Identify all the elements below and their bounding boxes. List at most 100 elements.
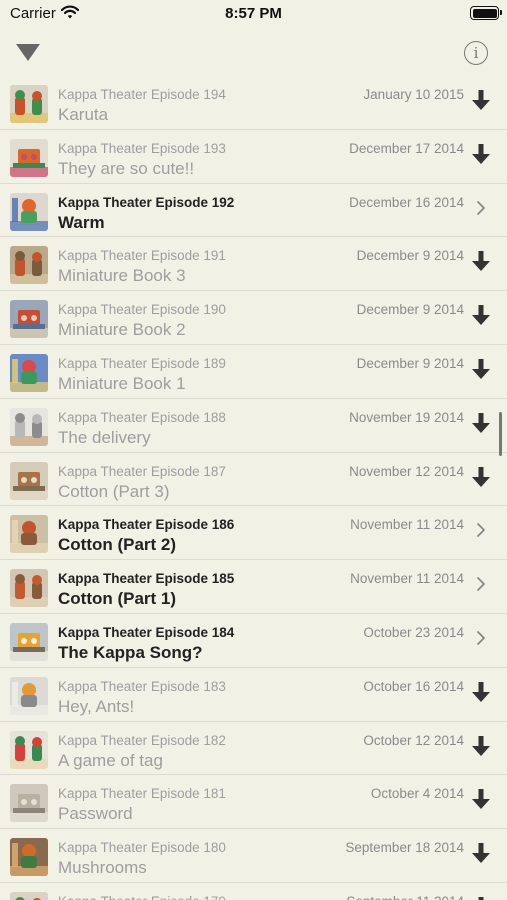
episode-number: Kappa Theater Episode 179 xyxy=(58,894,226,900)
episode-row[interactable]: Kappa Theater Episode 184 The Kappa Song?… xyxy=(0,614,507,668)
episode-number: Kappa Theater Episode 192 xyxy=(58,194,235,210)
thumb-kappa-figures xyxy=(10,891,48,900)
chevron-right-icon[interactable] xyxy=(469,196,493,220)
episode-row[interactable]: Kappa Theater Episode 190 Miniature Book … xyxy=(0,291,507,345)
episode-title: Cotton (Part 3) xyxy=(58,481,170,501)
battery-icon xyxy=(470,6,502,20)
chevron-right-icon[interactable] xyxy=(469,518,493,542)
episode-date: October 16 2014 xyxy=(363,678,464,694)
download-arrow-icon[interactable] xyxy=(469,841,493,865)
episode-list[interactable]: Kappa Theater Episode 194 Karuta January 1… xyxy=(0,76,507,900)
episode-number: Kappa Theater Episode 188 xyxy=(58,409,226,425)
episode-row[interactable]: Kappa Theater Episode 179 September 11 20… xyxy=(0,883,507,900)
thumb-kappa-figures xyxy=(10,85,48,123)
episode-row[interactable]: Kappa Theater Episode 180 Mushrooms Septem… xyxy=(0,829,507,883)
episode-date: December 9 2014 xyxy=(356,302,464,318)
thumb-kappa-figures xyxy=(10,192,48,231)
status-bar: Carrier 8:57 PM xyxy=(0,0,507,30)
thumb-kappa-figures xyxy=(10,838,48,877)
download-arrow-icon[interactable] xyxy=(469,787,493,811)
download-arrow-icon[interactable] xyxy=(469,142,493,166)
episode-title: Miniature Book 3 xyxy=(58,266,186,286)
thumb-kappa-figures xyxy=(10,246,48,285)
download-arrow-icon[interactable] xyxy=(469,411,493,435)
episode-number: Kappa Theater Episode 183 xyxy=(58,678,226,694)
episode-date: December 9 2014 xyxy=(356,355,464,371)
download-arrow-icon[interactable] xyxy=(469,465,493,489)
episode-title: Mushrooms xyxy=(58,858,147,878)
episode-date: December 16 2014 xyxy=(349,194,464,210)
episode-row[interactable]: Kappa Theater Episode 193 They are so cut… xyxy=(0,130,507,184)
episode-number: Kappa Theater Episode 181 xyxy=(58,786,226,802)
episode-date: September 18 2014 xyxy=(345,840,464,856)
download-arrow-icon[interactable] xyxy=(469,303,493,327)
episode-title: Hey, Ants! xyxy=(58,696,135,716)
chevron-right-icon[interactable] xyxy=(469,626,493,650)
download-arrow-icon[interactable] xyxy=(469,680,493,704)
episode-date: October 23 2014 xyxy=(363,624,464,640)
thumb-kappa-figures xyxy=(10,353,48,392)
episode-title: Cotton (Part 1) xyxy=(58,589,177,609)
triangle-down-icon[interactable] xyxy=(16,44,40,61)
episode-number: Kappa Theater Episode 193 xyxy=(58,140,226,156)
episode-row[interactable]: Kappa Theater Episode 186 Cotton (Part 2)… xyxy=(0,506,507,561)
thumb-kappa-figures xyxy=(10,461,48,500)
episode-number: Kappa Theater Episode 189 xyxy=(58,355,226,371)
episode-row[interactable]: Kappa Theater Episode 187 Cotton (Part 3)… xyxy=(0,453,507,507)
thumb-kappa-figures xyxy=(10,622,48,661)
info-icon[interactable]: i xyxy=(464,41,488,65)
episode-title: Cotton (Part 2) xyxy=(58,535,177,555)
episode-row[interactable]: Kappa Theater Episode 192 Warm December 16… xyxy=(0,184,507,238)
episode-row[interactable]: Kappa Theater Episode 188 The delivery Nov… xyxy=(0,399,507,453)
episode-title: Miniature Book 2 xyxy=(58,320,186,340)
navigation-bar: i xyxy=(0,30,507,76)
download-arrow-icon[interactable] xyxy=(469,88,493,112)
episode-date: October 12 2014 xyxy=(363,732,464,748)
scroll-indicator[interactable] xyxy=(499,412,502,456)
episode-number: Kappa Theater Episode 184 xyxy=(58,624,235,640)
thumb-kappa-figures xyxy=(10,300,48,339)
episode-row[interactable]: Kappa Theater Episode 183 Hey, Ants! Octob… xyxy=(0,668,507,722)
thumb-kappa-figures xyxy=(10,138,48,177)
episode-title: The delivery xyxy=(58,427,151,447)
episode-row[interactable]: Kappa Theater Episode 185 Cotton (Part 1)… xyxy=(0,560,507,614)
episode-date: October 4 2014 xyxy=(370,786,464,802)
episode-number: Kappa Theater Episode 182 xyxy=(58,732,226,748)
episode-date: November 11 2014 xyxy=(350,517,464,533)
thumb-kappa-figures xyxy=(10,676,48,715)
episode-title: Karuta xyxy=(58,105,109,124)
episode-title: They are so cute!! xyxy=(58,158,195,178)
episode-row[interactable]: Kappa Theater Episode 182 A game of tag Oc… xyxy=(0,722,507,776)
thumb-kappa-figures xyxy=(10,515,48,554)
thumb-kappa-figures xyxy=(10,784,48,823)
episode-number: Kappa Theater Episode 185 xyxy=(58,571,235,587)
download-arrow-icon[interactable] xyxy=(469,895,493,900)
thumb-kappa-figures xyxy=(10,407,48,446)
episode-date: November 11 2014 xyxy=(350,571,464,587)
episode-title: Miniature Book 1 xyxy=(58,373,186,393)
episode-title: Warm xyxy=(58,212,105,232)
episode-row[interactable]: Kappa Theater Episode 181 Password October… xyxy=(0,775,507,830)
episode-title: The Kappa Song? xyxy=(58,642,203,662)
episode-number: Kappa Theater Episode 190 xyxy=(58,302,226,318)
chevron-right-icon[interactable] xyxy=(469,572,493,596)
episode-number: Kappa Theater Episode 186 xyxy=(58,517,235,533)
episode-number: Kappa Theater Episode 194 xyxy=(58,87,226,102)
clock: 8:57 PM xyxy=(225,5,282,22)
episode-date: November 12 2014 xyxy=(349,463,464,479)
download-arrow-icon[interactable] xyxy=(469,357,493,381)
episode-title: Password xyxy=(58,804,133,824)
thumb-kappa-figures xyxy=(10,569,48,608)
episode-date: November 19 2014 xyxy=(349,409,464,425)
episode-row[interactable]: Kappa Theater Episode 189 Miniature Book … xyxy=(0,345,507,399)
episode-title: A game of tag xyxy=(58,750,163,770)
episode-number: Kappa Theater Episode 191 xyxy=(58,248,226,264)
download-arrow-icon[interactable] xyxy=(469,734,493,758)
episode-row[interactable]: Kappa Theater Episode 191 Miniature Book … xyxy=(0,237,507,292)
episode-row[interactable]: Kappa Theater Episode 194 Karuta January 1… xyxy=(0,76,507,130)
episode-date: December 17 2014 xyxy=(349,140,464,156)
thumb-kappa-figures xyxy=(10,730,48,769)
episode-number: Kappa Theater Episode 187 xyxy=(58,463,226,479)
episode-date: September 11 2014 xyxy=(346,894,464,900)
download-arrow-icon[interactable] xyxy=(469,249,493,273)
